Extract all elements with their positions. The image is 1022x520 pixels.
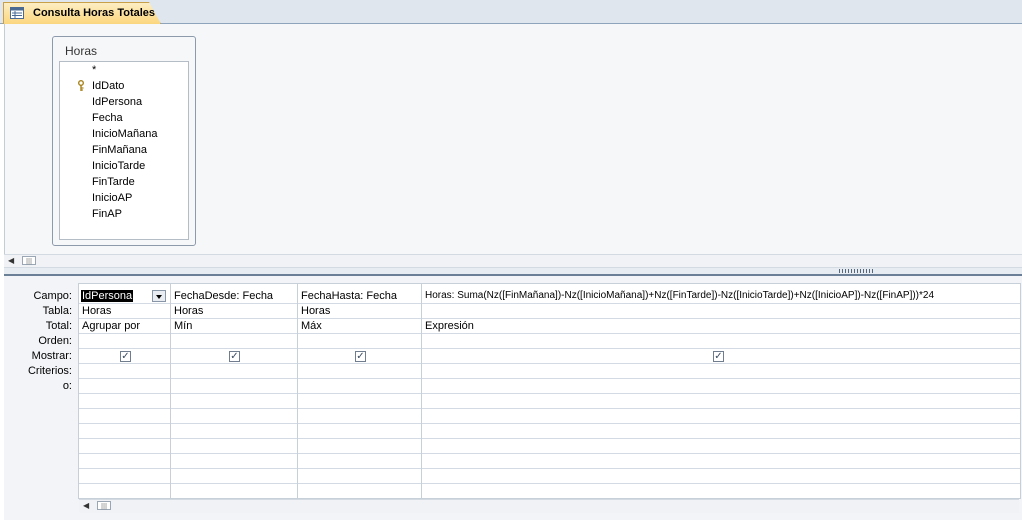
scroll-left-icon[interactable]: ◀: [8, 256, 14, 265]
grid-row-line: [79, 348, 1020, 349]
field-iniciotarde[interactable]: InicioTarde: [92, 160, 145, 172]
total-cell-4[interactable]: Expresión: [425, 320, 474, 332]
field-idpersona[interactable]: IdPersona: [92, 96, 142, 108]
grid-column-line: [170, 284, 171, 498]
grid-column-line: [421, 284, 422, 498]
field-finmanana[interactable]: FinMañana: [92, 144, 147, 156]
total-cell-2[interactable]: Mín: [174, 320, 192, 332]
splitter-grip-icon[interactable]: [839, 269, 875, 273]
tabla-cell-3[interactable]: Horas: [301, 305, 330, 317]
tabla-cell-2[interactable]: Horas: [174, 305, 203, 317]
design-pane-horizontal-scrollbar[interactable]: ◀ |||: [4, 254, 1022, 268]
field-fintarde[interactable]: FinTarde: [92, 176, 135, 188]
field-fecha[interactable]: Fecha: [92, 112, 123, 124]
field-iniciomanana[interactable]: InicioMañana: [92, 128, 157, 140]
row-label-orden: Orden:: [38, 335, 72, 347]
grid-row-line: [79, 363, 1020, 364]
show-checkbox-1[interactable]: ✓: [120, 351, 131, 362]
grid-row-line: [79, 468, 1020, 469]
query-design-pane: Horas * IdDato IdPersona Fecha InicioMañ…: [4, 24, 1022, 254]
grid-row-line: [79, 318, 1020, 319]
row-label-mostrar: Mostrar:: [31, 350, 72, 362]
query-icon: [10, 7, 24, 19]
show-checkbox-3[interactable]: ✓: [355, 351, 366, 362]
query-design-grid[interactable]: IdPersona Horas Agrupar por ✓ FechaDesde…: [78, 283, 1021, 499]
grid-row-line: [79, 333, 1020, 334]
grid-row-line: [79, 423, 1020, 424]
tabla-cell-1[interactable]: Horas: [82, 305, 111, 317]
grid-scroll-left-icon[interactable]: ◀: [83, 501, 89, 510]
campo-dropdown-button[interactable]: [152, 290, 166, 302]
key-icon: [78, 80, 84, 91]
row-label-criterios: Criterios:: [27, 365, 72, 377]
grid-row-line: [79, 483, 1020, 484]
query-tab[interactable]: Consulta Horas Totales: [3, 2, 161, 24]
row-label-campo: Campo:: [33, 290, 72, 302]
field-inicioap[interactable]: InicioAP: [92, 192, 132, 204]
grid-horizontal-scrollbar[interactable]: ◀ |||: [79, 499, 1019, 513]
campo-cell-2[interactable]: FechaDesde: Fecha: [174, 290, 273, 302]
table-title: Horas: [65, 44, 98, 58]
field-all[interactable]: *: [92, 64, 96, 76]
row-label-total: Total:: [45, 320, 72, 332]
grid-row-line: [79, 303, 1020, 304]
campo-cell-1[interactable]: IdPersona: [81, 290, 134, 302]
grid-row-line: [79, 393, 1020, 394]
grid-row-line: [79, 453, 1020, 454]
field-finap[interactable]: FinAP: [92, 208, 122, 220]
field-iddato[interactable]: IdDato: [92, 80, 124, 92]
row-label-o: o:: [62, 380, 72, 392]
row-label-tabla: Tabla:: [42, 305, 72, 317]
document-tab-strip: Consulta Horas Totales: [0, 0, 1022, 24]
pane-splitter[interactable]: [4, 268, 1022, 276]
tab-label: Consulta Horas Totales: [33, 7, 156, 19]
show-checkbox-4[interactable]: ✓: [713, 351, 724, 362]
show-checkbox-2[interactable]: ✓: [229, 351, 240, 362]
total-cell-1[interactable]: Agrupar por: [82, 320, 140, 332]
grid-row-line: [79, 408, 1020, 409]
total-cell-3[interactable]: Máx: [301, 320, 322, 332]
grid-column-line: [297, 284, 298, 498]
scrollbar-thumb[interactable]: |||: [22, 256, 36, 265]
field-list[interactable]: * IdDato IdPersona Fecha InicioMañana Fi…: [59, 61, 189, 240]
grid-row-line: [79, 438, 1020, 439]
grid-scrollbar-thumb[interactable]: |||: [97, 501, 111, 510]
campo-cell-4[interactable]: Horas: Suma(Nz([FinMañana])-Nz([InicioMa…: [425, 290, 934, 302]
campo-cell-3[interactable]: FechaHasta: Fecha: [301, 290, 397, 302]
table-field-list-window[interactable]: Horas * IdDato IdPersona Fecha InicioMañ…: [52, 36, 196, 246]
grid-row-line: [79, 378, 1020, 379]
